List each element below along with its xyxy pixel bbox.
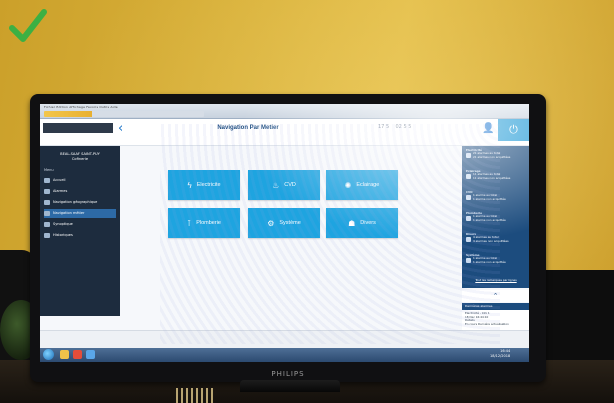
bulb-icon (466, 174, 471, 180)
tile-label: CVD (284, 182, 296, 188)
tile-label: Eclairage (356, 182, 380, 188)
sidebar: BEAL-SAAF SAINT-PUY Cofinerie Menu Accue… (40, 146, 120, 316)
home-icon (44, 178, 50, 183)
lightning-icon: ϟ (187, 180, 192, 190)
sidebar-item-alarmes[interactable]: Alarmes (44, 187, 116, 196)
monitor-stand (240, 380, 340, 392)
monitor-brand: PHILIPS (271, 370, 305, 378)
taskbar-clock: 16:44 18/12/2018 (490, 349, 510, 359)
summary-systeme[interactable]: Système 1 alarme au total 1 alarme non ac… (466, 253, 526, 264)
status-counter-2: 02 5 5 (395, 124, 412, 130)
tile-label: Système (279, 220, 301, 226)
tile-plomberie[interactable]: ⊺ Plomberie (168, 208, 240, 238)
tile-label: Electricite (196, 182, 221, 188)
alarm-line: En cours Dernière actualisation (465, 321, 509, 326)
browser-icon[interactable] (86, 350, 95, 359)
sidebar-item-label: Accueil (53, 178, 66, 182)
summary-divers[interactable]: Divers 4 alarmes au total 4 alarmes non a… (466, 232, 526, 243)
tile-eclairage[interactable]: ✺ Eclairage (326, 170, 398, 200)
chart-icon (44, 233, 50, 238)
flame-icon (466, 195, 471, 201)
diagram-icon (44, 222, 50, 227)
lightning-icon (466, 153, 471, 159)
sidebar-item-navigation-geographique[interactable]: Navigation géographique (44, 198, 116, 207)
gears-icon: ⚙ (267, 218, 275, 228)
folder-icon[interactable] (60, 350, 69, 359)
summary-line: 4 alarmes non acquittées (473, 238, 509, 243)
tools-icon (44, 211, 50, 216)
tile-label: Divers (360, 220, 376, 226)
browser-toolbar: Fichier Edition Affichage Favoris Outils… (40, 104, 529, 119)
taskbar: 16:44 18/12/2018 (40, 348, 529, 362)
tile-label: Plomberie (196, 220, 221, 226)
summary-line: 1 alarme non acquittée (473, 259, 506, 264)
summary-eclairage[interactable]: Eclairage 11 alarmes au total 11 alarmes … (466, 169, 526, 180)
site-name: BEAL-SAAF SAINT-PUY Cofinerie (40, 152, 120, 162)
checkmark-icon (9, 9, 47, 42)
monitor-screen: Fichier Edition Affichage Favoris Outils… (40, 104, 529, 362)
summary-line: 11 alarmes non acquittées (473, 175, 511, 180)
site-name-line2: Cofinerie (71, 157, 89, 161)
browser-tabs[interactable] (44, 111, 204, 117)
tile-systeme[interactable]: ⚙ Système (248, 208, 320, 238)
status-counter-1: 17 5 (378, 124, 390, 130)
sidebar-item-label: Alarmes (53, 189, 68, 193)
faucet-icon: ⊺ (187, 218, 192, 228)
sidebar-item-label: Synoptique (53, 222, 73, 226)
tile-electricite[interactable]: ϟ Electricite (168, 170, 240, 200)
scroll-up-button[interactable]: ⌃ (462, 290, 529, 302)
user-icon[interactable]: 👤 (482, 123, 494, 134)
sidebar-item-synoptique[interactable]: Synoptique (44, 220, 116, 229)
power-icon: ⏻ (509, 123, 518, 136)
all-remarks-link[interactable]: Tout les remarques par lignes (466, 278, 526, 282)
status-counters: 17 5 02 5 5 (378, 124, 411, 130)
gears-icon (466, 258, 471, 264)
misc-icon: ☗ (348, 218, 356, 228)
sidebar-item-label: Navigation géographique (53, 200, 98, 204)
start-button[interactable] (43, 349, 54, 360)
summary-cvd[interactable]: CVD 1 alarme au total 1 alarme non acquit… (466, 190, 526, 201)
tile-area: ϟ Electricite ♨ CVD ✺ Eclairage ⊺ Plombe… (120, 146, 462, 316)
sidebar-item-accueil[interactable]: Accueil (44, 176, 116, 185)
sidebar-item-navigation-metier[interactable]: Navigation métier (44, 209, 116, 218)
map-icon (44, 200, 50, 205)
last-alarms-list[interactable]: Electricité - Info 1 18 Dec 16:44:10 Dét… (462, 310, 529, 330)
power-button[interactable]: ⏻ (498, 119, 529, 141)
faucet-icon (466, 216, 471, 222)
summary-line: 1 alarme non acquittée (473, 217, 506, 222)
app-header: ‹ Navigation Par Metier 17 5 02 5 5 👤 ⏻ (40, 119, 529, 146)
summary-line: 1 alarme non acquittée (473, 196, 506, 201)
bell-icon (44, 189, 50, 194)
browser-menu[interactable]: Fichier Edition Affichage Favoris Outils… (44, 105, 118, 109)
last-alarms-header: Dernières alarmes (462, 303, 529, 310)
sidebar-item-label: Navigation métier (53, 211, 85, 215)
misc-icon (466, 237, 471, 243)
flame-icon: ♨ (272, 180, 280, 190)
summary-line: 21 alarmes non acquittées (473, 154, 511, 159)
tile-divers[interactable]: ☗ Divers (326, 208, 398, 238)
chevron-up-icon: ⌃ (492, 292, 499, 300)
bulb-icon: ✺ (344, 180, 352, 190)
tile-cvd[interactable]: ♨ CVD (248, 170, 320, 200)
sidebar-item-label: Historiques (53, 233, 73, 237)
media-icon[interactable] (73, 350, 82, 359)
summary-plomberie[interactable]: Plomberie 1 alarme au total 1 alarme non … (466, 211, 526, 222)
summary-electricite[interactable]: Electricité 21 alarmes au total 21 alarme… (466, 148, 526, 159)
cables (176, 388, 216, 403)
menu-header: Menu (44, 168, 54, 172)
sidebar-item-historiques[interactable]: Historiques (44, 231, 116, 240)
app-footer (40, 330, 529, 349)
clock-date: 18/12/2018 (490, 354, 511, 358)
alarm-summary-panel: Electricité 21 alarmes au total 21 alarme… (462, 146, 529, 288)
